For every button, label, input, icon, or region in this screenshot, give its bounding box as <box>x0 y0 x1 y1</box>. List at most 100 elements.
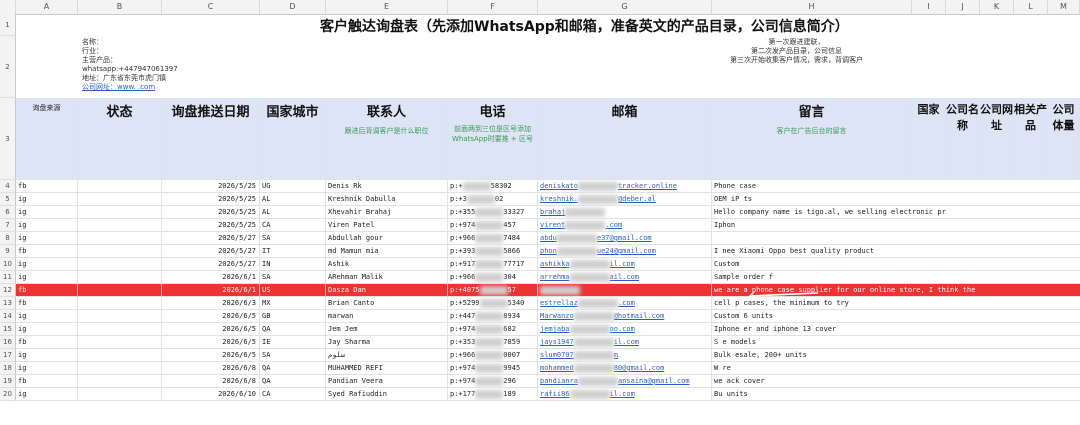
cell-src[interactable]: ig <box>16 232 78 245</box>
header-related-products[interactable]: 相关产品 <box>1014 98 1048 180</box>
cell-name[interactable]: Ashik <box>326 258 448 271</box>
cell-status[interactable] <box>78 336 162 349</box>
cell-cc[interactable]: IN <box>260 258 326 271</box>
cell-email[interactable]: ashikka il.com <box>538 258 712 271</box>
header-country2[interactable]: 国家 <box>912 98 946 180</box>
cell-phone[interactable]: p:+974 296 <box>448 375 538 388</box>
cell-msg[interactable]: Custom 6 units <box>712 310 1080 323</box>
cell-date[interactable]: 2026/6/5 <box>162 323 260 336</box>
cell-date[interactable]: 2026/6/10 <box>162 388 260 401</box>
cell-src[interactable]: fb <box>16 245 78 258</box>
cell-phone[interactable]: p:+355 33327 <box>448 206 538 219</box>
cell-cc[interactable]: QA <box>260 323 326 336</box>
cell-msg[interactable]: W re <box>712 362 1080 375</box>
column-header-j[interactable]: J <box>946 0 980 14</box>
row-header[interactable]: 15 <box>0 323 16 336</box>
cell-date[interactable]: 2026/6/1 <box>162 271 260 284</box>
cell-msg[interactable]: Iphon <box>712 219 1080 232</box>
cell-phone[interactable]: p:+393 5866 <box>448 245 538 258</box>
column-header-m[interactable]: M <box>1048 0 1080 14</box>
cell-email[interactable]: jays1947 il.com <box>538 336 712 349</box>
row-header[interactable]: 5 <box>0 193 16 206</box>
cell-email[interactable]: jemjaba oo.com <box>538 323 712 336</box>
cell-status[interactable] <box>78 193 162 206</box>
cell-email[interactable]: virent .com <box>538 219 712 232</box>
cell-status[interactable] <box>78 219 162 232</box>
cell-name[interactable]: Kreshnik Dabulla <box>326 193 448 206</box>
row-header[interactable]: 18 <box>0 362 16 375</box>
cell-status[interactable] <box>78 310 162 323</box>
cell-name[interactable]: Xhevahir Brahaj <box>326 206 448 219</box>
cell-msg[interactable] <box>712 232 1080 245</box>
cell-date[interactable]: 2026/5/25 <box>162 180 260 193</box>
cell-date[interactable]: 2026/5/27 <box>162 258 260 271</box>
cell-email[interactable]: abdu e37@gmail.com <box>538 232 712 245</box>
cell-date[interactable]: 2026/6/8 <box>162 375 260 388</box>
cell-cc[interactable]: SA <box>260 232 326 245</box>
cell-src[interactable]: fb <box>16 297 78 310</box>
header-date[interactable]: 询盘推送日期 <box>162 98 260 180</box>
cell-src[interactable]: ig <box>16 258 78 271</box>
cell-name[interactable]: Dasza Dan <box>326 284 448 297</box>
cell-msg[interactable]: S e models <box>712 336 1080 349</box>
cell-status[interactable] <box>78 245 162 258</box>
cell-status[interactable] <box>78 362 162 375</box>
cell-name[interactable]: ARehman Malik <box>326 271 448 284</box>
cell-email[interactable]: pandianra ansaina@gmail.com <box>538 375 712 388</box>
cell-email[interactable]: slum0707 m <box>538 349 712 362</box>
company-info-line[interactable]: 公司网址：www. .com <box>82 83 178 92</box>
cell-cc[interactable]: QA <box>260 362 326 375</box>
cell-msg[interactable]: I nee Xiaomi Oppo best quality product <box>712 245 1080 258</box>
cell-email[interactable]: rafii86 il.com <box>538 388 712 401</box>
column-header-d[interactable]: D <box>260 0 326 14</box>
row-header[interactable]: 9 <box>0 245 16 258</box>
cell-phone[interactable]: p:+5299 5340 <box>448 297 538 310</box>
cell-src[interactable]: ig <box>16 362 78 375</box>
cell-status[interactable] <box>78 232 162 245</box>
row-header-1[interactable]: 1 <box>0 14 16 36</box>
header-country[interactable]: 国家城市 <box>260 98 326 180</box>
cell-msg[interactable]: Bu units <box>712 388 1080 401</box>
cell-phone[interactable]: p:+974 9945 <box>448 362 538 375</box>
cell-cc[interactable]: SA <box>260 271 326 284</box>
header-company-name[interactable]: 公司名称 <box>946 98 980 180</box>
cell-phone[interactable]: p:+966 7484 <box>448 232 538 245</box>
row-header-2[interactable]: 2 <box>0 36 16 98</box>
cell-src[interactable]: ig <box>16 271 78 284</box>
column-header-k[interactable]: K <box>980 0 1014 14</box>
column-header-g[interactable]: G <box>538 0 712 14</box>
row-header[interactable]: 6 <box>0 206 16 219</box>
cell-email[interactable] <box>538 284 712 297</box>
cell-name[interactable]: MUHAMMED REFI <box>326 362 448 375</box>
header-email[interactable]: 邮箱 <box>538 98 712 180</box>
row-header[interactable]: 7 <box>0 219 16 232</box>
column-header-i[interactable]: I <box>912 0 946 14</box>
cell-email[interactable]: arrehma ail.com <box>538 271 712 284</box>
cell-cc[interactable]: CA <box>260 388 326 401</box>
cell-email[interactable]: deniskato tracker.online <box>538 180 712 193</box>
cell-phone[interactable]: p:+4075 57 <box>448 284 538 297</box>
cell-status[interactable] <box>78 297 162 310</box>
cell-date[interactable]: 2026/5/25 <box>162 219 260 232</box>
cell-email[interactable]: kreshnik. @deber.al <box>538 193 712 206</box>
cell-status[interactable] <box>78 271 162 284</box>
cell-src[interactable]: ig <box>16 206 78 219</box>
cell-src[interactable]: ig <box>16 388 78 401</box>
cell-name[interactable]: marwan <box>326 310 448 323</box>
cell-email[interactable]: phon ue24@gmail.com <box>538 245 712 258</box>
cell-msg[interactable]: Iphone er and iphone 13 cover <box>712 323 1080 336</box>
cell-src[interactable]: fb <box>16 180 78 193</box>
cell-phone[interactable]: p:+917 77717 <box>448 258 538 271</box>
cell-cc[interactable]: US <box>260 284 326 297</box>
cell-date[interactable]: 2026/6/5 <box>162 336 260 349</box>
row-header[interactable]: 17 <box>0 349 16 362</box>
header-company-site[interactable]: 公司网址 <box>980 98 1014 180</box>
cell-src[interactable]: ig <box>16 219 78 232</box>
cell-cc[interactable]: GB <box>260 310 326 323</box>
row-header[interactable]: 11 <box>0 271 16 284</box>
row-header[interactable]: 16 <box>0 336 16 349</box>
row-header[interactable]: 4 <box>0 180 16 193</box>
cell-name[interactable]: Denis Rk <box>326 180 448 193</box>
cell-phone[interactable]: p:+966 0007 <box>448 349 538 362</box>
cell-name[interactable]: Syed Rafiuddin <box>326 388 448 401</box>
